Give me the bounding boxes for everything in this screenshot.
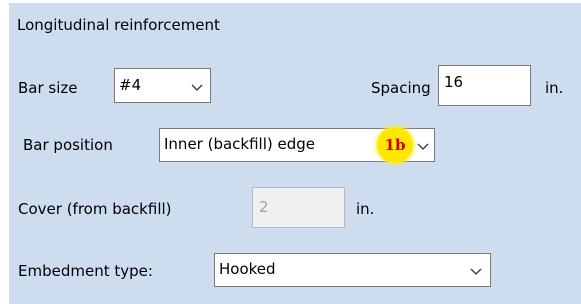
bar-size-dropdown[interactable]: #4 <box>114 68 211 103</box>
cover-input[interactable]: 2 <box>252 187 345 228</box>
cover-label: Cover (from backfill) <box>18 200 172 218</box>
spacing-input[interactable]: 16 <box>438 65 531 106</box>
chevron-down-icon <box>470 268 482 275</box>
bar-size-value: #4 <box>119 76 142 94</box>
section-title: Longitudinal reinforcement <box>17 16 220 34</box>
embedment-type-dropdown[interactable]: Hooked <box>214 253 491 287</box>
spacing-value: 16 <box>444 73 464 91</box>
spacing-label: Spacing <box>371 79 431 97</box>
chevron-down-icon <box>417 143 429 150</box>
cover-value: 2 <box>259 198 269 216</box>
chevron-down-icon <box>191 84 203 91</box>
embedment-type-value: Hooked <box>219 260 276 278</box>
spacing-unit: in. <box>545 79 564 97</box>
bar-size-label: Bar size <box>18 79 78 97</box>
annotation-badge: 1b <box>377 127 413 163</box>
bar-position-label: Bar position <box>23 136 113 154</box>
embedment-type-label: Embedment type: <box>18 262 153 280</box>
longitudinal-reinforcement-panel: Longitudinal reinforcement Bar size #4 S… <box>9 3 581 304</box>
bar-position-value: Inner (backfill) edge <box>164 135 316 153</box>
cover-unit: in. <box>356 200 375 218</box>
